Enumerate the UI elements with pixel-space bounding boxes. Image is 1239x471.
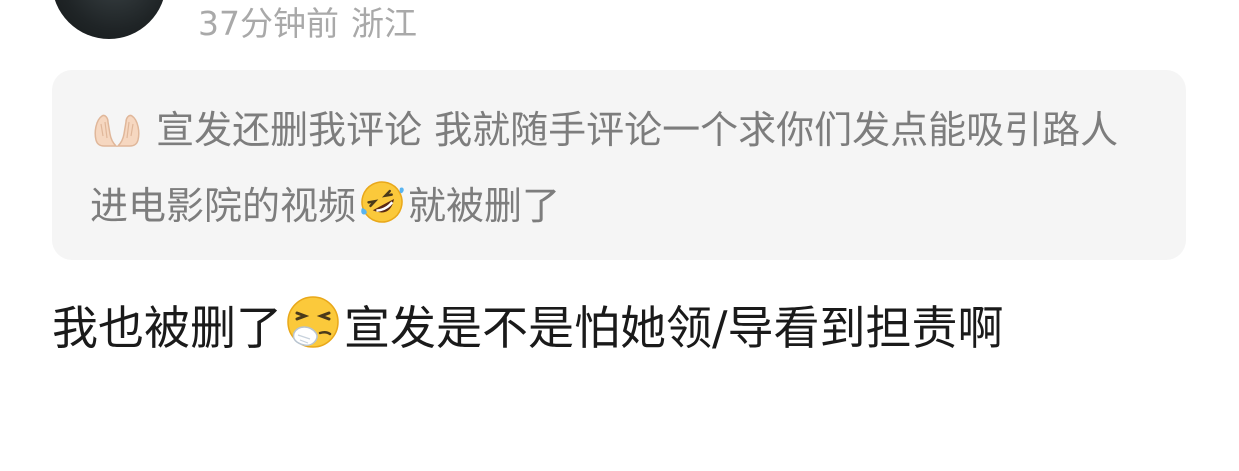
location-label: 浙江: [351, 4, 417, 43]
quoted-reply[interactable]: 宣发还删我评论 我就随手评论一个求你们发点能吸引路人进电影院的视频 就被删了: [52, 70, 1186, 260]
reply-text: 我也被删了 宣发是不是怕她领/导看到担责啊: [52, 286, 1172, 370]
rolling-on-floor-laughing-icon: [358, 178, 406, 226]
quoted-text-part-2: 就被删了: [408, 184, 561, 228]
reply-text-part-1: 我也被删了: [52, 301, 282, 355]
comment-meta: 37分钟前 浙江: [198, 2, 429, 46]
timestamp: 37分钟前: [198, 4, 339, 43]
sneezing-face-icon: [284, 293, 342, 351]
open-hands-icon: [92, 110, 142, 150]
quoted-text-part-1: 宣发还删我评论 我就随手评论一个求你们发点能吸引路人进电影院的视频: [90, 108, 1119, 228]
avatar[interactable]: [52, 0, 166, 39]
reply-text-part-2: 宣发是不是怕她领/导看到担责啊: [344, 301, 1004, 355]
